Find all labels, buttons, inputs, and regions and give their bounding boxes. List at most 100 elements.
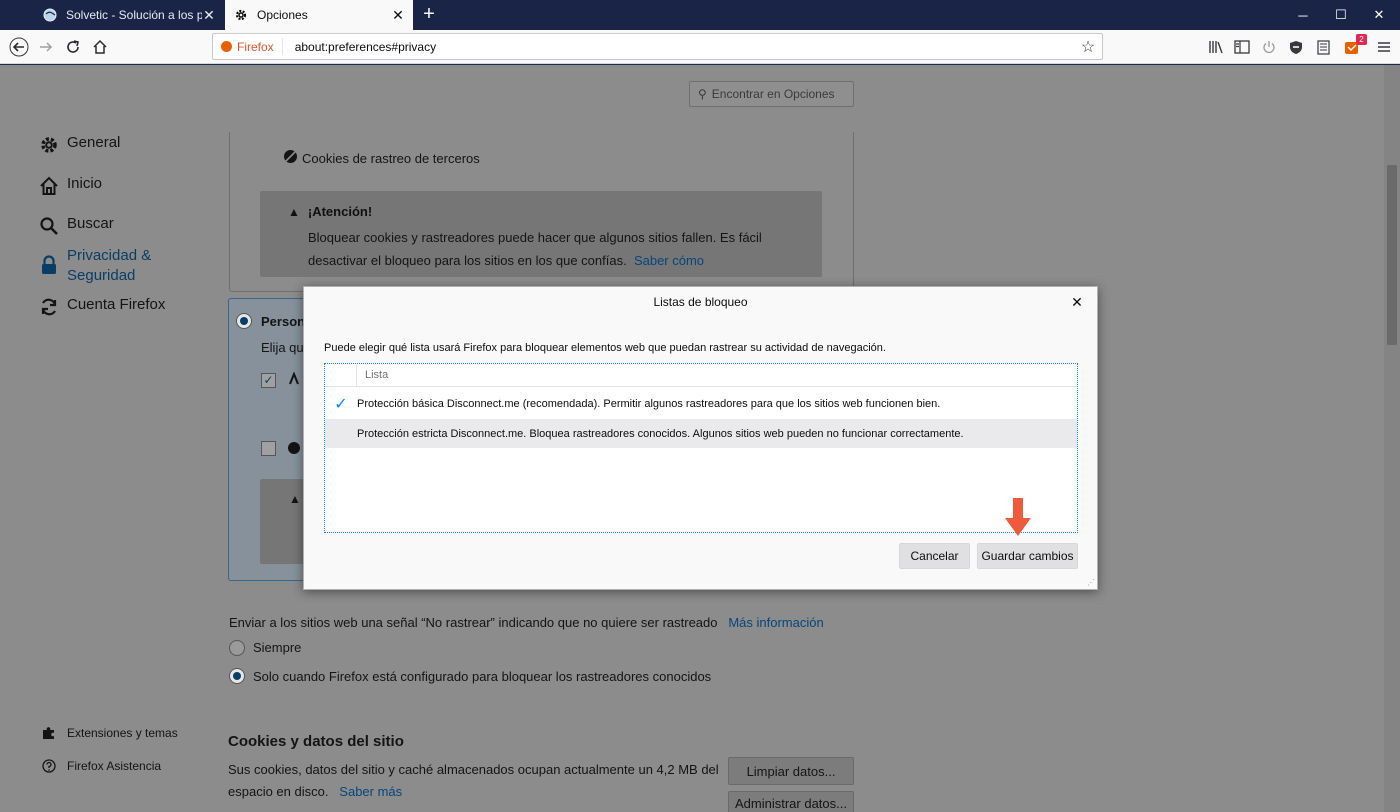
cookies-tracking-label: Cookies de rastreo de terceros bbox=[302, 150, 480, 166]
sidebar-item-cuenta[interactable]: Cuenta Firefox bbox=[38, 296, 165, 318]
reload-button[interactable] bbox=[60, 34, 86, 60]
close-icon[interactable]: ✕ bbox=[202, 7, 216, 24]
search-icon: ⚲ bbox=[698, 87, 707, 101]
dnt-when-blocking-radio[interactable] bbox=[229, 668, 245, 684]
sidebar-footer-label: Extensiones y temas bbox=[67, 726, 178, 740]
sidebar-item-label: General bbox=[67, 134, 121, 151]
back-button[interactable] bbox=[6, 34, 32, 60]
home-button[interactable] bbox=[87, 34, 113, 60]
reload-icon bbox=[67, 40, 79, 53]
globe-icon bbox=[42, 7, 58, 23]
cookies-usage-line2: espacio en disco. bbox=[228, 784, 329, 799]
close-icon[interactable]: ✕ bbox=[1069, 294, 1085, 310]
more-info-link[interactable]: Más información bbox=[728, 615, 823, 630]
custom-radio[interactable] bbox=[236, 313, 252, 329]
library-icon[interactable] bbox=[1207, 38, 1225, 56]
sidebar-item-label: Cuenta Firefox bbox=[67, 296, 166, 313]
cookies-section-title: Cookies y datos del sitio bbox=[228, 733, 404, 750]
sidebar-footer-label: Firefox Asistencia bbox=[67, 759, 162, 773]
manage-data-button[interactable]: Administrar datos... bbox=[728, 791, 854, 812]
clear-data-button[interactable]: Limpiar datos... bbox=[728, 757, 854, 785]
new-tab-button[interactable]: + bbox=[418, 3, 440, 27]
reader-icon[interactable] bbox=[1314, 38, 1332, 56]
annotation-arrow-icon bbox=[1005, 498, 1031, 536]
forward-button[interactable] bbox=[33, 34, 59, 60]
help-icon bbox=[42, 759, 56, 773]
scrollbar-thumb[interactable] bbox=[1387, 165, 1397, 345]
sidebar-item-general[interactable]: General bbox=[38, 134, 120, 156]
url-text[interactable]: about:preferences#privacy bbox=[283, 40, 1074, 54]
sidebar-item-label: Privacidad & bbox=[67, 247, 152, 264]
sidebar-item-label-line2: Seguridad bbox=[67, 267, 136, 284]
sidebar-help-link[interactable]: Firefox Asistencia bbox=[42, 759, 161, 773]
warning-title: ▲ ¡Atención! bbox=[288, 204, 372, 219]
dialog-title: Listas de bloqueo bbox=[653, 295, 748, 309]
checkmark-icon: ✓ bbox=[334, 395, 348, 413]
save-changes-button[interactable]: Guardar cambios bbox=[977, 543, 1078, 569]
home-icon bbox=[93, 39, 107, 54]
gear-icon bbox=[233, 7, 249, 23]
sidebar-item-privacidad[interactable]: Privacidad & Seguridad bbox=[38, 246, 151, 286]
tab-solvetic[interactable]: Solvetic - Solución a los proble ✕ bbox=[34, 0, 224, 30]
custom-desc-partial: Elija qu bbox=[261, 340, 304, 355]
sidebar-item-label: Buscar bbox=[67, 215, 114, 232]
addon-badge: 2 bbox=[1356, 34, 1367, 45]
cancel-button[interactable]: Cancelar bbox=[899, 543, 970, 569]
trackers-checkbox[interactable]: ✓ bbox=[261, 373, 276, 388]
close-icon[interactable]: ✕ bbox=[391, 7, 405, 24]
sidebar-extensions-link[interactable]: Extensiones y temas bbox=[42, 726, 178, 740]
bookmark-star-icon[interactable]: ☆ bbox=[1074, 37, 1102, 57]
warning-icon: ▲ bbox=[289, 492, 301, 506]
shield-icon[interactable] bbox=[1287, 38, 1305, 56]
lock-icon bbox=[38, 254, 60, 276]
url-bar[interactable]: Firefox about:preferences#privacy ☆ bbox=[212, 33, 1103, 60]
blocklist-list[interactable]: Lista ✓ Protección básica Disconnect.me … bbox=[324, 363, 1078, 533]
search-placeholder: Encontrar en Opciones bbox=[711, 87, 835, 101]
cookies-checkbox[interactable] bbox=[261, 441, 276, 456]
cookie-icon bbox=[287, 441, 301, 458]
sidebar-item-buscar[interactable]: Buscar bbox=[38, 215, 114, 237]
sidebar-item-label: Inicio bbox=[67, 175, 103, 192]
sidebar-item-inicio[interactable]: Inicio bbox=[38, 175, 102, 197]
sidebar-icon[interactable] bbox=[1233, 38, 1251, 56]
window-close-button[interactable]: ✕ bbox=[1356, 0, 1400, 30]
forward-arrow-icon bbox=[40, 42, 53, 52]
power-icon[interactable] bbox=[1260, 38, 1278, 56]
addon-icon[interactable]: 2 bbox=[1343, 34, 1367, 56]
tab-title: Solvetic - Solución a los proble bbox=[66, 8, 202, 22]
navigation-toolbar: Firefox about:preferences#privacy ☆ 2 bbox=[0, 30, 1400, 64]
learn-how-link[interactable]: Saber cómo bbox=[634, 253, 704, 268]
tab-opciones[interactable]: Opciones ✕ bbox=[225, 0, 413, 30]
sidebar-item-label-wrap: Privacidad & Seguridad bbox=[67, 246, 151, 286]
list-item-label: Protección estricta Disconnect.me. Bloqu… bbox=[357, 427, 964, 440]
tab-title: Opciones bbox=[257, 8, 308, 22]
warning-text: Bloquear cookies y rastreadores puede ha… bbox=[308, 226, 808, 272]
tracker-icon bbox=[287, 371, 301, 389]
puzzle-icon bbox=[42, 726, 56, 740]
gear-icon bbox=[38, 134, 60, 156]
back-arrow-icon bbox=[9, 37, 29, 57]
search-icon bbox=[38, 215, 60, 237]
cookie-icon bbox=[283, 149, 298, 167]
list-item[interactable]: ✓ Protección básica Disconnect.me (recom… bbox=[325, 389, 1077, 418]
check-column-header bbox=[325, 364, 357, 386]
warning-title-text: ¡Atención! bbox=[307, 204, 373, 219]
list-item[interactable]: Protección estricta Disconnect.me. Bloqu… bbox=[325, 419, 1077, 448]
title-bar: Solvetic - Solución a los proble ✕ Opcio… bbox=[0, 0, 1400, 30]
menu-icon[interactable] bbox=[1375, 38, 1393, 56]
cookies-usage-line1: Sus cookies, datos del sitio y caché alm… bbox=[228, 762, 719, 777]
dnt-always-radio[interactable] bbox=[229, 640, 245, 656]
warning-icon: ▲ bbox=[288, 204, 300, 219]
dnt-when-blocking-label: Solo cuando Firefox está configurado par… bbox=[253, 669, 712, 684]
column-header-lista[interactable]: Lista bbox=[365, 369, 388, 381]
resize-grip-icon[interactable]: ⋰ bbox=[1087, 579, 1095, 587]
cookies-usage-line2-wrap: espacio en disco. Saber más bbox=[228, 784, 402, 799]
dialog-description: Puede elegir qué lista usará Firefox par… bbox=[324, 342, 886, 354]
identity-box[interactable]: Firefox bbox=[213, 38, 283, 55]
home-icon bbox=[38, 175, 60, 197]
learn-more-link[interactable]: Saber más bbox=[339, 784, 402, 799]
preferences-search-input[interactable]: ⚲ Encontrar en Opciones bbox=[689, 81, 854, 107]
dnt-always-label: Siempre bbox=[253, 640, 302, 655]
firefox-logo-icon bbox=[221, 41, 232, 52]
list-header: Lista bbox=[325, 364, 1077, 387]
